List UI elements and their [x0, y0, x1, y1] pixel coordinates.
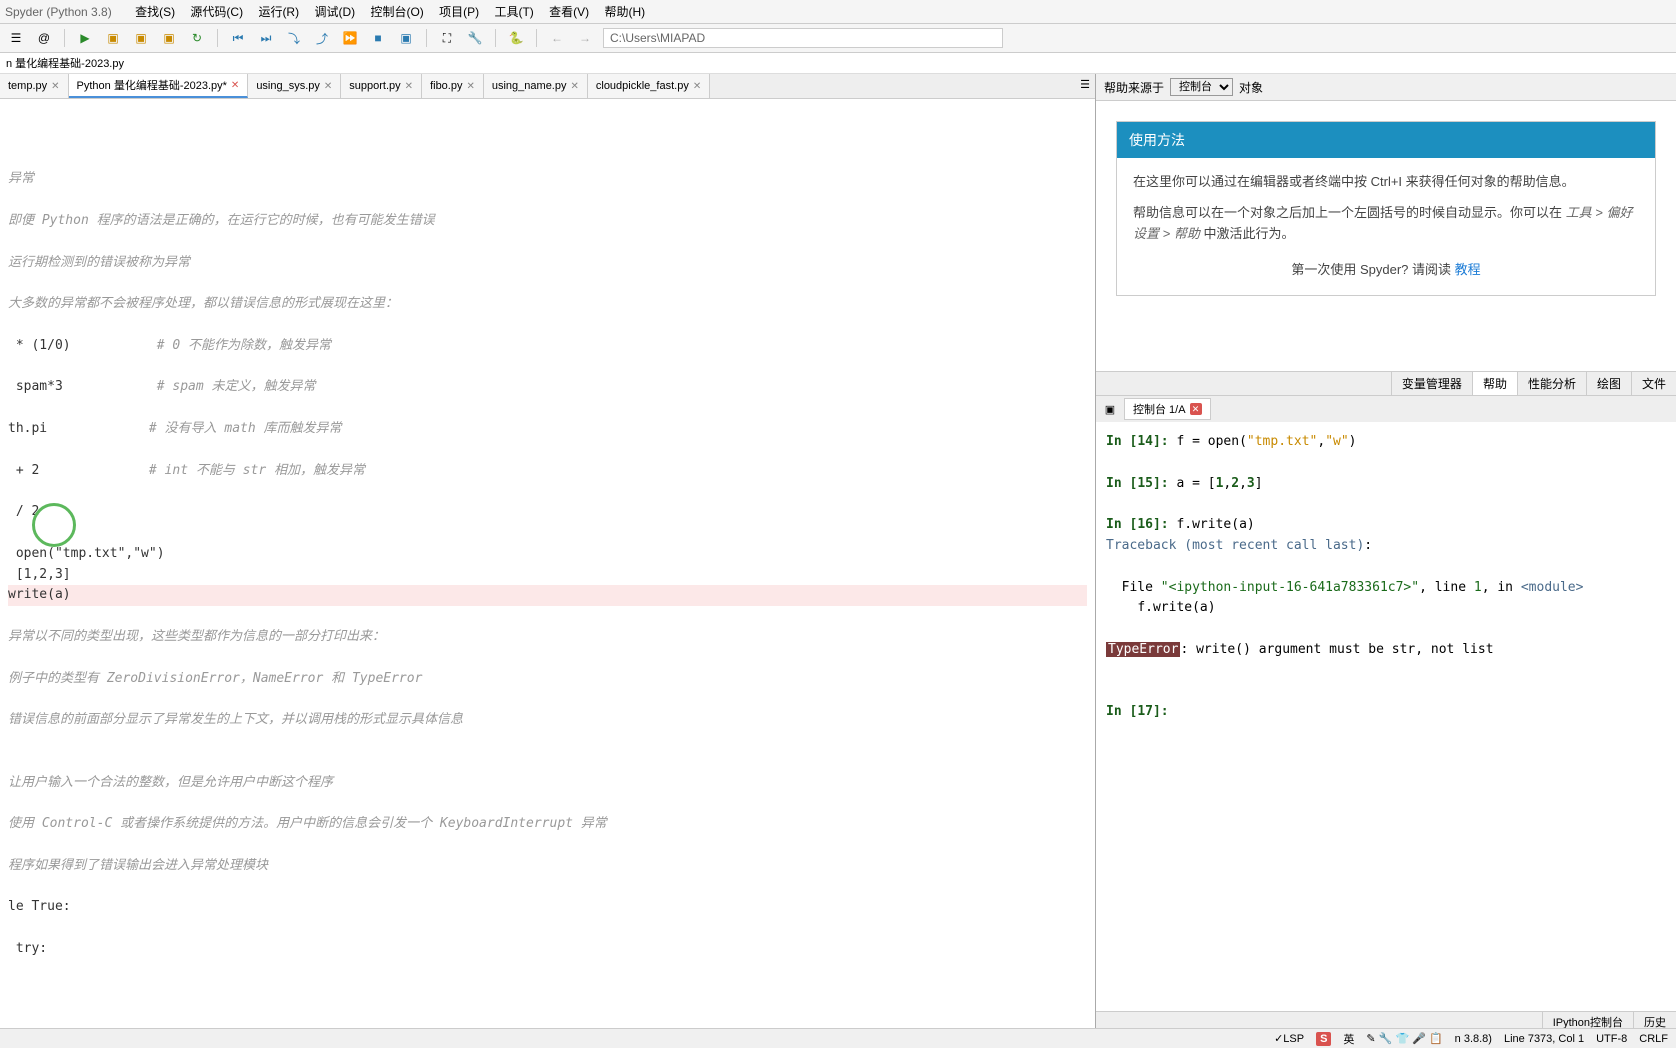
stop-icon[interactable]: ■ [368, 28, 388, 48]
right-pane: 帮助来源于 控制台 对象 使用方法 在这里你可以通过在编辑器或者终端中按 Ctr… [1096, 74, 1676, 1032]
help-card: 使用方法 在这里你可以通过在编辑器或者终端中按 Ctrl+I 来获得任何对象的帮… [1116, 121, 1656, 296]
tab-support[interactable]: support.py✕ [341, 74, 422, 98]
tab-using-sys[interactable]: using_sys.py✕ [248, 74, 341, 98]
debug-into-icon[interactable]: ⏭ [256, 28, 276, 48]
code-editor[interactable]: 异常 即便 Python 程序的语法是正确的，在运行它的时候，也有可能发生错误 … [0, 99, 1095, 1032]
tab-cloudpickle[interactable]: cloudpickle_fast.py✕ [588, 74, 710, 98]
ipython-console[interactable]: In [14]: f = open("tmp.txt","w") In [15]… [1096, 422, 1676, 1011]
separator [495, 29, 496, 47]
menu-tools[interactable]: 工具(T) [494, 5, 533, 19]
tab-profile[interactable]: 性能分析 [1517, 372, 1586, 395]
tab-help[interactable]: 帮助 [1472, 372, 1517, 395]
statusbar: ✓LSP S 英 ✎ 🔧 👕 🎤 📋 n 3.8.8) Line 7373, C… [0, 1028, 1676, 1048]
python-version: n 3.8.8) [1455, 1033, 1492, 1045]
help-header: 帮助来源于 控制台 对象 [1096, 74, 1676, 101]
encoding: UTF-8 [1596, 1033, 1627, 1045]
close-icon[interactable]: ✕ [231, 80, 239, 91]
help-card-title: 使用方法 [1117, 122, 1655, 158]
preferences-icon[interactable]: 🔧 [465, 28, 485, 48]
debug-continue-icon[interactable]: ⏩ [340, 28, 360, 48]
tab-main[interactable]: Python 量化编程基础-2023.py*✕ [69, 74, 249, 98]
help-p1: 在这里你可以通过在编辑器或者终端中按 Ctrl+I 来获得任何对象的帮助信息。 [1133, 172, 1639, 193]
separator [64, 29, 65, 47]
toolbar: ☰ @ ▶ ▣ ▣ ▣ ↻ ⏮ ⏭ ⤵ ⤴ ⏩ ■ ▣ ⛶ 🔧 🐍 ← → [0, 24, 1676, 53]
back-icon[interactable]: ← [547, 28, 567, 48]
cursor-pos: Line 7373, Col 1 [1504, 1033, 1584, 1045]
ime-icons[interactable]: ✎ 🔧 👕 🎤 📋 [1366, 1032, 1442, 1045]
lsp-status: ✓LSP [1274, 1032, 1304, 1045]
maximize-icon[interactable]: ⛶ [437, 28, 457, 48]
console-menu-icon[interactable]: ▣ [1100, 399, 1120, 419]
editor-tabs: temp.py✕ Python 量化编程基础-2023.py*✕ using_s… [0, 74, 1095, 99]
outline-icon[interactable]: ☰ [6, 28, 26, 48]
rerun-icon[interactable]: ↻ [187, 28, 207, 48]
help-object-label: 对象 [1239, 79, 1263, 96]
separator [217, 29, 218, 47]
debug-step-icon[interactable]: ⏮ [228, 28, 248, 48]
menu-help[interactable]: 帮助(H) [605, 5, 646, 19]
close-icon[interactable]: ✕ [1190, 403, 1202, 415]
eol: CRLF [1639, 1033, 1668, 1045]
tab-plot[interactable]: 绘图 [1586, 372, 1631, 395]
run-icon[interactable]: ▶ [75, 28, 95, 48]
forward-icon[interactable]: → [575, 28, 595, 48]
separator [426, 29, 427, 47]
tab-using-name[interactable]: using_name.py✕ [484, 74, 588, 98]
close-icon[interactable]: ✕ [570, 81, 578, 92]
run-selection-icon[interactable]: ▣ [159, 28, 179, 48]
separator [536, 29, 537, 47]
tab-temp[interactable]: temp.py✕ [0, 74, 69, 98]
breadcrumb: n 量化编程基础-2023.py [0, 53, 1676, 74]
console-tab-1a[interactable]: 控制台 1/A ✕ [1124, 398, 1211, 420]
help-source-label: 帮助来源于 [1104, 79, 1164, 96]
menu-run[interactable]: 运行(R) [258, 5, 299, 19]
menubar: Spyder (Python 3.8) 查找(S) 源代码(C) 运行(R) 调… [0, 0, 1676, 24]
debug-file-icon[interactable]: ▣ [396, 28, 416, 48]
menu-project[interactable]: 项目(P) [439, 5, 479, 19]
menu-view[interactable]: 查看(V) [549, 5, 589, 19]
close-icon[interactable]: ✕ [324, 81, 332, 92]
tab-fibo[interactable]: fibo.py✕ [422, 74, 484, 98]
close-icon[interactable]: ✕ [466, 81, 474, 92]
help-source-select[interactable]: 控制台 [1170, 78, 1233, 96]
run-cell-advance-icon[interactable]: ▣ [131, 28, 151, 48]
tab-menu-icon[interactable]: ☰ [1075, 74, 1095, 94]
menu-search[interactable]: 查找(S) [135, 5, 175, 19]
working-dir-input[interactable] [603, 28, 1003, 48]
menu-console[interactable]: 控制台(O) [370, 5, 423, 19]
tab-vars[interactable]: 变量管理器 [1391, 372, 1472, 395]
menu-source[interactable]: 源代码(C) [190, 5, 243, 19]
right-pane-tabs: 变量管理器 帮助 性能分析 绘图 文件 [1096, 371, 1676, 396]
at-icon[interactable]: @ [34, 28, 54, 48]
tab-files[interactable]: 文件 [1631, 372, 1676, 395]
close-icon[interactable]: ✕ [51, 81, 59, 92]
editor-pane: temp.py✕ Python 量化编程基础-2023.py*✕ using_s… [0, 74, 1096, 1032]
ime-lang[interactable]: 英 [1343, 1031, 1354, 1047]
python-path-icon[interactable]: 🐍 [506, 28, 526, 48]
close-icon[interactable]: ✕ [693, 81, 701, 92]
tutorial-link[interactable]: 教程 [1455, 262, 1481, 277]
title-badge: Spyder (Python 3.8) [5, 5, 112, 19]
help-card-body: 在这里你可以通过在编辑器或者终端中按 Ctrl+I 来获得任何对象的帮助信息。 … [1117, 158, 1655, 295]
close-icon[interactable]: ✕ [405, 81, 413, 92]
help-body: 使用方法 在这里你可以通过在编辑器或者终端中按 Ctrl+I 来获得任何对象的帮… [1096, 101, 1676, 371]
debug-out-icon[interactable]: ⤴ [312, 28, 332, 48]
help-tutorial: 第一次使用 Spyder? 请阅读 教程 [1133, 260, 1639, 281]
run-cell-icon[interactable]: ▣ [103, 28, 123, 48]
console-tabs: ▣ 控制台 1/A ✕ [1096, 396, 1676, 422]
menu-debug[interactable]: 调试(D) [314, 5, 355, 19]
main-layout: temp.py✕ Python 量化编程基础-2023.py*✕ using_s… [0, 74, 1676, 1032]
debug-over-icon[interactable]: ⤵ [284, 28, 304, 48]
help-p2: 帮助信息可以在一个对象之后加上一个左圆括号的时候自动显示。你可以在 工具 > 偏… [1133, 203, 1639, 245]
ime-icon[interactable]: S [1316, 1032, 1331, 1046]
